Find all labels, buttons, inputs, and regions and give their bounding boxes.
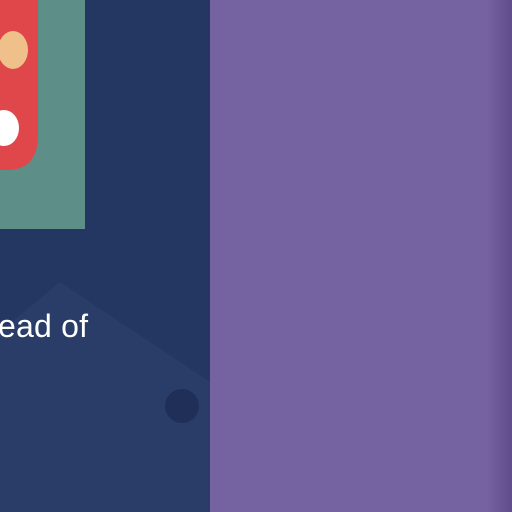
left-content-panel: ead of — [0, 0, 210, 512]
article-snippet-text: ead of — [0, 308, 89, 344]
card-illustration — [0, 0, 85, 229]
page-root: ead of — [0, 0, 512, 512]
panel-edge-shadow — [486, 0, 512, 512]
character-illustration-icon — [0, 0, 85, 229]
right-purple-panel — [210, 0, 512, 512]
